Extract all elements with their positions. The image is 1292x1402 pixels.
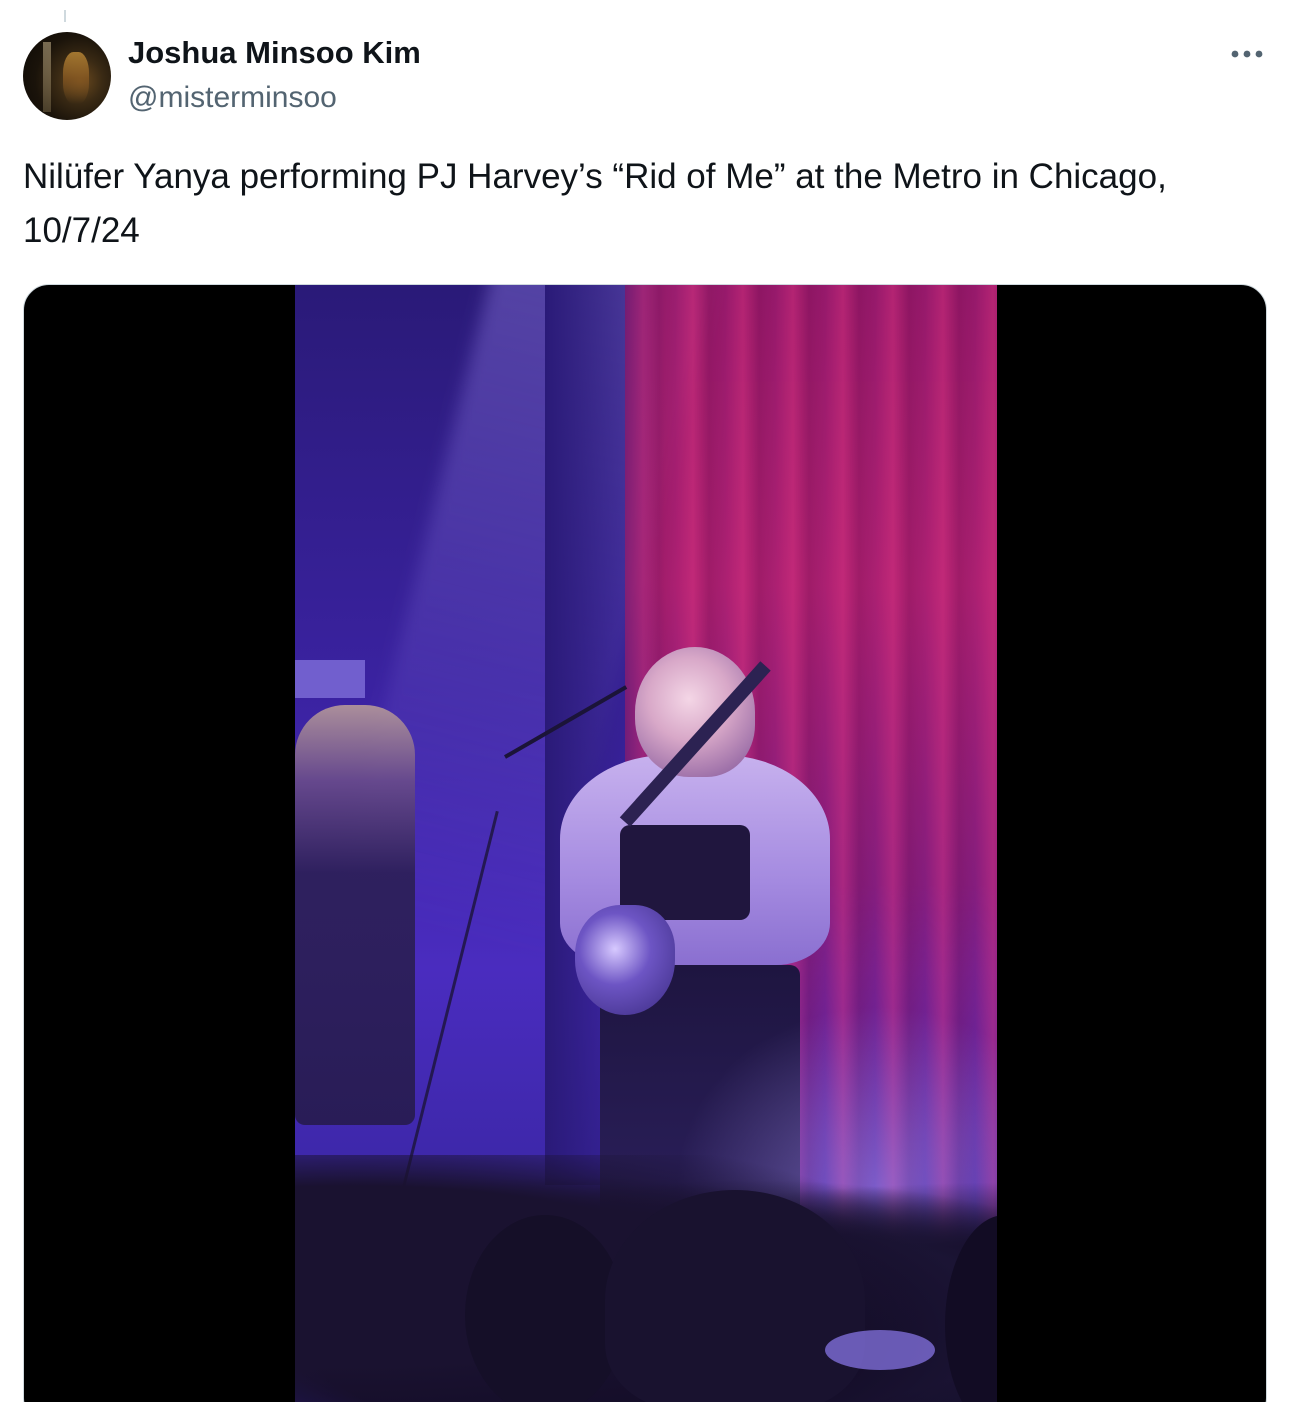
- stage-floor-light: [825, 1330, 935, 1370]
- side-musician: [295, 705, 415, 1125]
- more-options-button[interactable]: [1222, 34, 1272, 74]
- tweet-text: Nilüfer Yanya performing PJ Harvey’s “Ri…: [23, 157, 1177, 250]
- video-frame: [295, 285, 997, 1402]
- author-display-name[interactable]: Joshua Minsoo Kim: [128, 34, 421, 72]
- crowd-head: [605, 1190, 865, 1402]
- author-handle[interactable]: @misterminsoo: [128, 79, 337, 117]
- thread-connector-line: [64, 10, 66, 22]
- avatar-highlight: [43, 42, 51, 112]
- more-horizontal-icon: [1230, 49, 1264, 59]
- performer-head: [635, 647, 755, 777]
- guitar-body: [575, 905, 675, 1015]
- crowd-head: [465, 1215, 625, 1402]
- tweet: Joshua Minsoo Kim @misterminsoo Nilüfer …: [0, 0, 1292, 1402]
- author-avatar[interactable]: [23, 32, 111, 120]
- video-player[interactable]: [23, 284, 1267, 1402]
- avatar-highlight: [63, 52, 89, 104]
- amplifier: [295, 660, 365, 698]
